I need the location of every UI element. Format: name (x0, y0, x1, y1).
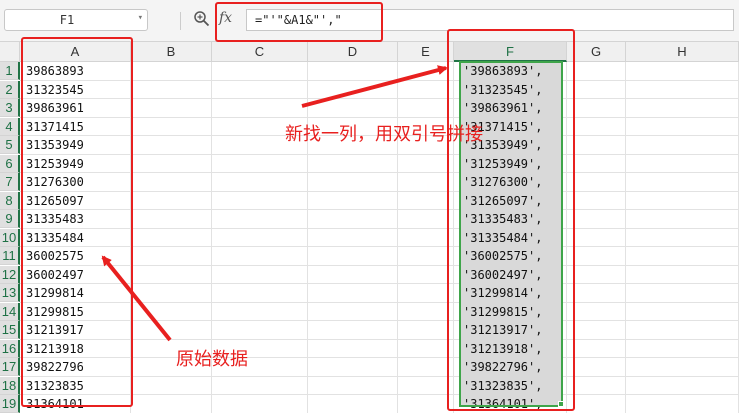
row-header-12[interactable]: 12 (0, 265, 20, 284)
name-box[interactable]: F1 ▾ (4, 9, 148, 31)
row-header-6[interactable]: 6 (0, 154, 20, 173)
row-header-3[interactable]: 3 (0, 99, 20, 117)
grid-column-line (625, 62, 626, 413)
row-header-13[interactable]: 13 (0, 284, 20, 302)
column-header-h[interactable]: H (626, 42, 739, 62)
toolbar-divider (180, 12, 181, 30)
grid-column-line (397, 62, 398, 413)
row-header-10[interactable]: 10 (0, 228, 20, 247)
new-column-note: 新找一列，用双引号拼接 (285, 124, 483, 145)
column-header-d[interactable]: D (308, 42, 398, 62)
zoom-icon[interactable] (193, 10, 211, 28)
column-header-c[interactable]: C (212, 42, 308, 62)
row-header-5[interactable]: 5 (0, 136, 20, 154)
grid-column-line (307, 62, 308, 413)
row-header-4[interactable]: 4 (0, 117, 20, 136)
formula-highlight (215, 2, 383, 42)
row-header-7[interactable]: 7 (0, 173, 20, 191)
row-header-18[interactable]: 18 (0, 376, 20, 395)
source-data-note: 原始数据 (176, 349, 248, 370)
row-header-14[interactable]: 14 (0, 302, 20, 321)
chevron-down-icon[interactable]: ▾ (138, 13, 143, 23)
row-header-15[interactable]: 15 (0, 321, 20, 339)
row-header-16[interactable]: 16 (0, 339, 20, 358)
row-header-8[interactable]: 8 (0, 191, 20, 210)
column-header-g[interactable]: G (567, 42, 626, 62)
row-header-9[interactable]: 9 (0, 210, 20, 228)
row-header-1[interactable]: 1 (0, 62, 20, 80)
row-header-2[interactable]: 2 (0, 80, 20, 99)
row-header-17[interactable]: 17 (0, 358, 20, 376)
source-data-highlight (21, 37, 133, 407)
row-header-11[interactable]: 11 (0, 247, 20, 265)
column-header-b[interactable]: B (131, 42, 212, 62)
column-header-e[interactable]: E (398, 42, 454, 62)
name-box-value: F1 (59, 13, 75, 27)
select-all-corner[interactable] (0, 42, 20, 62)
row-header-19[interactable]: 19 (0, 395, 20, 413)
result-column-highlight (447, 29, 575, 411)
